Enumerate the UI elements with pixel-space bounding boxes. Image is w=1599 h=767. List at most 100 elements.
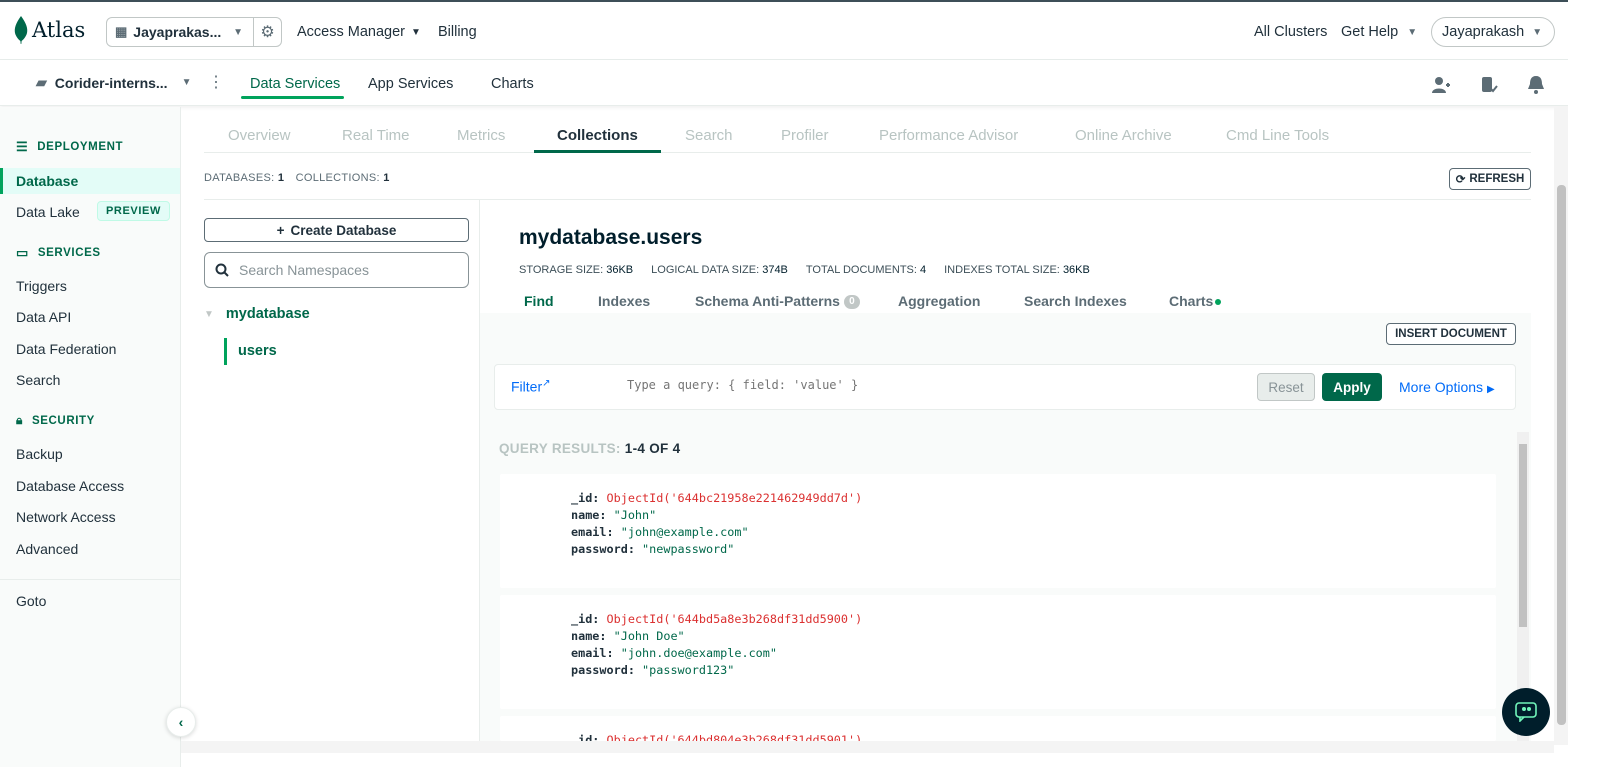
- scrollbar-thumb[interactable]: [1557, 185, 1566, 725]
- sidebar-item-label: Database: [16, 173, 79, 189]
- organization-settings-button[interactable]: ⚙: [253, 17, 282, 47]
- sidebar-item-data-federation[interactable]: Data Federation: [16, 341, 116, 357]
- all-clusters-link[interactable]: All Clusters: [1254, 24, 1327, 40]
- sidebar-item-network-access[interactable]: Network Access: [16, 509, 116, 525]
- tab-search-indexes[interactable]: Search Indexes: [1024, 293, 1127, 309]
- sidebar-item-search[interactable]: Search: [16, 372, 60, 388]
- caret-down-icon: ▼: [204, 308, 214, 320]
- horizontal-scrollbar[interactable]: [181, 741, 1554, 753]
- create-database-button[interactable]: + Create Database: [204, 218, 469, 242]
- field-key: _id:: [571, 491, 600, 505]
- billing-link[interactable]: Billing: [438, 24, 477, 40]
- insert-document-button[interactable]: INSERT DOCUMENT: [1386, 323, 1516, 345]
- preview-badge: PREVIEW: [97, 201, 170, 221]
- logical-size-stat: LOGICAL DATA SIZE: 374B: [651, 264, 788, 276]
- sidebar-item-goto[interactable]: Goto: [16, 593, 46, 609]
- document-card[interactable]: _id: ObjectId('644bd804e3b268df31dd5901'…: [500, 716, 1496, 741]
- tab-overview[interactable]: Overview: [228, 127, 291, 144]
- sidebar-item-database-access[interactable]: Database Access: [16, 478, 124, 494]
- invite-user-button[interactable]: [1430, 74, 1452, 96]
- caret-down-icon: ▼: [1407, 26, 1418, 38]
- sidebar-item-data-lake[interactable]: Data Lake: [16, 204, 80, 220]
- chevron-left-icon: ‹: [178, 714, 184, 730]
- tab-data-services[interactable]: Data Services: [250, 76, 340, 92]
- refresh-button[interactable]: ⟳ REFRESH: [1449, 168, 1531, 190]
- access-manager-menu[interactable]: Access Manager ▼: [297, 24, 421, 40]
- tab-collections[interactable]: Collections: [557, 127, 638, 144]
- caret-down-icon: ▼: [181, 77, 192, 88]
- reset-button[interactable]: Reset: [1257, 373, 1315, 401]
- tab-app-services[interactable]: App Services: [368, 76, 453, 92]
- collection-title: mydatabase.users: [519, 226, 703, 249]
- page-scrollbar[interactable]: [1554, 107, 1568, 745]
- sidebar-item-database[interactable]: Database: [0, 168, 180, 194]
- billing-label: Billing: [438, 24, 477, 40]
- scrollbar-thumb[interactable]: [1519, 444, 1527, 627]
- doc-field-name: name: "John Doe": [571, 629, 685, 643]
- collections-count-label: COLLECTIONS:: [295, 172, 380, 184]
- user-menu[interactable]: Jayaprakash ▼: [1431, 17, 1555, 47]
- field-key: name:: [571, 508, 607, 522]
- project-select[interactable]: ▰ Corider-interns... ▼: [36, 74, 191, 91]
- tab-profiler[interactable]: Profiler: [781, 127, 829, 144]
- filter-link[interactable]: Filter↗: [511, 378, 551, 395]
- document-card[interactable]: _id: ObjectId('644bc21958e221462949dd7d'…: [500, 474, 1496, 588]
- more-options-link[interactable]: More Options ▶: [1399, 379, 1495, 395]
- search-namespaces-input[interactable]: [239, 262, 459, 278]
- tab-online-archive[interactable]: Online Archive: [1075, 127, 1172, 144]
- field-key: password:: [571, 663, 635, 677]
- atlas-logo[interactable]: Atlas: [14, 16, 85, 44]
- field-value: ObjectId('644bd804e3b268df31dd5901'): [606, 733, 863, 741]
- field-value: "John Doe": [613, 629, 685, 643]
- field-value: "John": [613, 508, 657, 522]
- database-tree-item[interactable]: ▼ mydatabase: [204, 306, 310, 322]
- sidebar-item-data-api[interactable]: Data API: [16, 309, 71, 325]
- refresh-label: REFRESH: [1469, 173, 1525, 185]
- get-help-menu[interactable]: Get Help ▼: [1341, 24, 1417, 40]
- activity-feed-button[interactable]: [1478, 74, 1500, 96]
- collapse-sidebar-button[interactable]: ‹: [166, 707, 196, 737]
- tab-label: Schema Anti-Patterns: [695, 293, 840, 309]
- apply-button[interactable]: Apply: [1322, 373, 1382, 401]
- add-user-icon: [1432, 77, 1450, 93]
- notifications-button[interactable]: [1525, 74, 1547, 96]
- tab-find[interactable]: Find: [524, 293, 554, 309]
- stat-label: INDEXES TOTAL SIZE:: [944, 264, 1060, 276]
- caret-down-icon: ▼: [411, 26, 421, 38]
- tab-real-time[interactable]: Real Time: [342, 127, 410, 144]
- tab-indexes[interactable]: Indexes: [598, 293, 650, 309]
- stat-value: 36KB: [606, 264, 634, 276]
- tab-schema-anti-patterns[interactable]: Schema Anti-Patterns 0: [695, 293, 860, 310]
- tab-metrics[interactable]: Metrics: [457, 127, 505, 144]
- namespace-counts: DATABASES: 1 COLLECTIONS: 1: [204, 172, 398, 184]
- tab-performance-advisor[interactable]: Performance Advisor: [879, 127, 1018, 144]
- filter-query-input[interactable]: [627, 378, 1227, 392]
- sidebar-item-backup[interactable]: Backup: [16, 446, 63, 462]
- tab-charts[interactable]: Charts: [1169, 293, 1222, 309]
- field-value: "password123": [642, 663, 735, 677]
- tab-charts[interactable]: Charts: [491, 76, 534, 92]
- organization-select[interactable]: ▦ Jayaprakas... ▼: [106, 17, 254, 47]
- project-name: Corider-interns...: [54, 74, 168, 91]
- new-indicator-dot: [1215, 299, 1222, 306]
- get-help-label: Get Help: [1341, 24, 1399, 40]
- tab-cmd-line-tools[interactable]: Cmd Line Tools: [1226, 127, 1329, 144]
- top-navigation-bar: Atlas ▦ Jayaprakas... ▼ ⚙ Access Manager…: [0, 2, 1599, 60]
- tab-search[interactable]: Search: [685, 127, 733, 144]
- stat-label: STORAGE SIZE:: [519, 264, 604, 276]
- sidebar-item-triggers[interactable]: Triggers: [16, 278, 67, 294]
- collection-tree-item[interactable]: users: [224, 338, 277, 365]
- namespace-search: [204, 252, 469, 288]
- refresh-icon: ⟳: [1455, 174, 1466, 186]
- sidebar-item-advanced[interactable]: Advanced: [16, 541, 78, 557]
- doc-field-password: password: "newpassword": [571, 542, 734, 556]
- document-card[interactable]: _id: ObjectId('644bd5a8e3b268df31dd5900'…: [500, 595, 1496, 709]
- tab-aggregation[interactable]: Aggregation: [898, 293, 980, 309]
- stat-label: LOGICAL DATA SIZE:: [651, 264, 760, 276]
- project-options-button[interactable]: ⋮: [208, 72, 224, 92]
- field-key: name:: [571, 629, 607, 643]
- collection-stats: STORAGE SIZE: 36KB LOGICAL DATA SIZE: 37…: [519, 264, 1090, 276]
- doc-field-id: _id: ObjectId('644bd804e3b268df31dd5901'…: [571, 733, 862, 741]
- support-chat-button[interactable]: [1502, 688, 1550, 736]
- total-documents-stat: TOTAL DOCUMENTS: 4: [806, 264, 926, 276]
